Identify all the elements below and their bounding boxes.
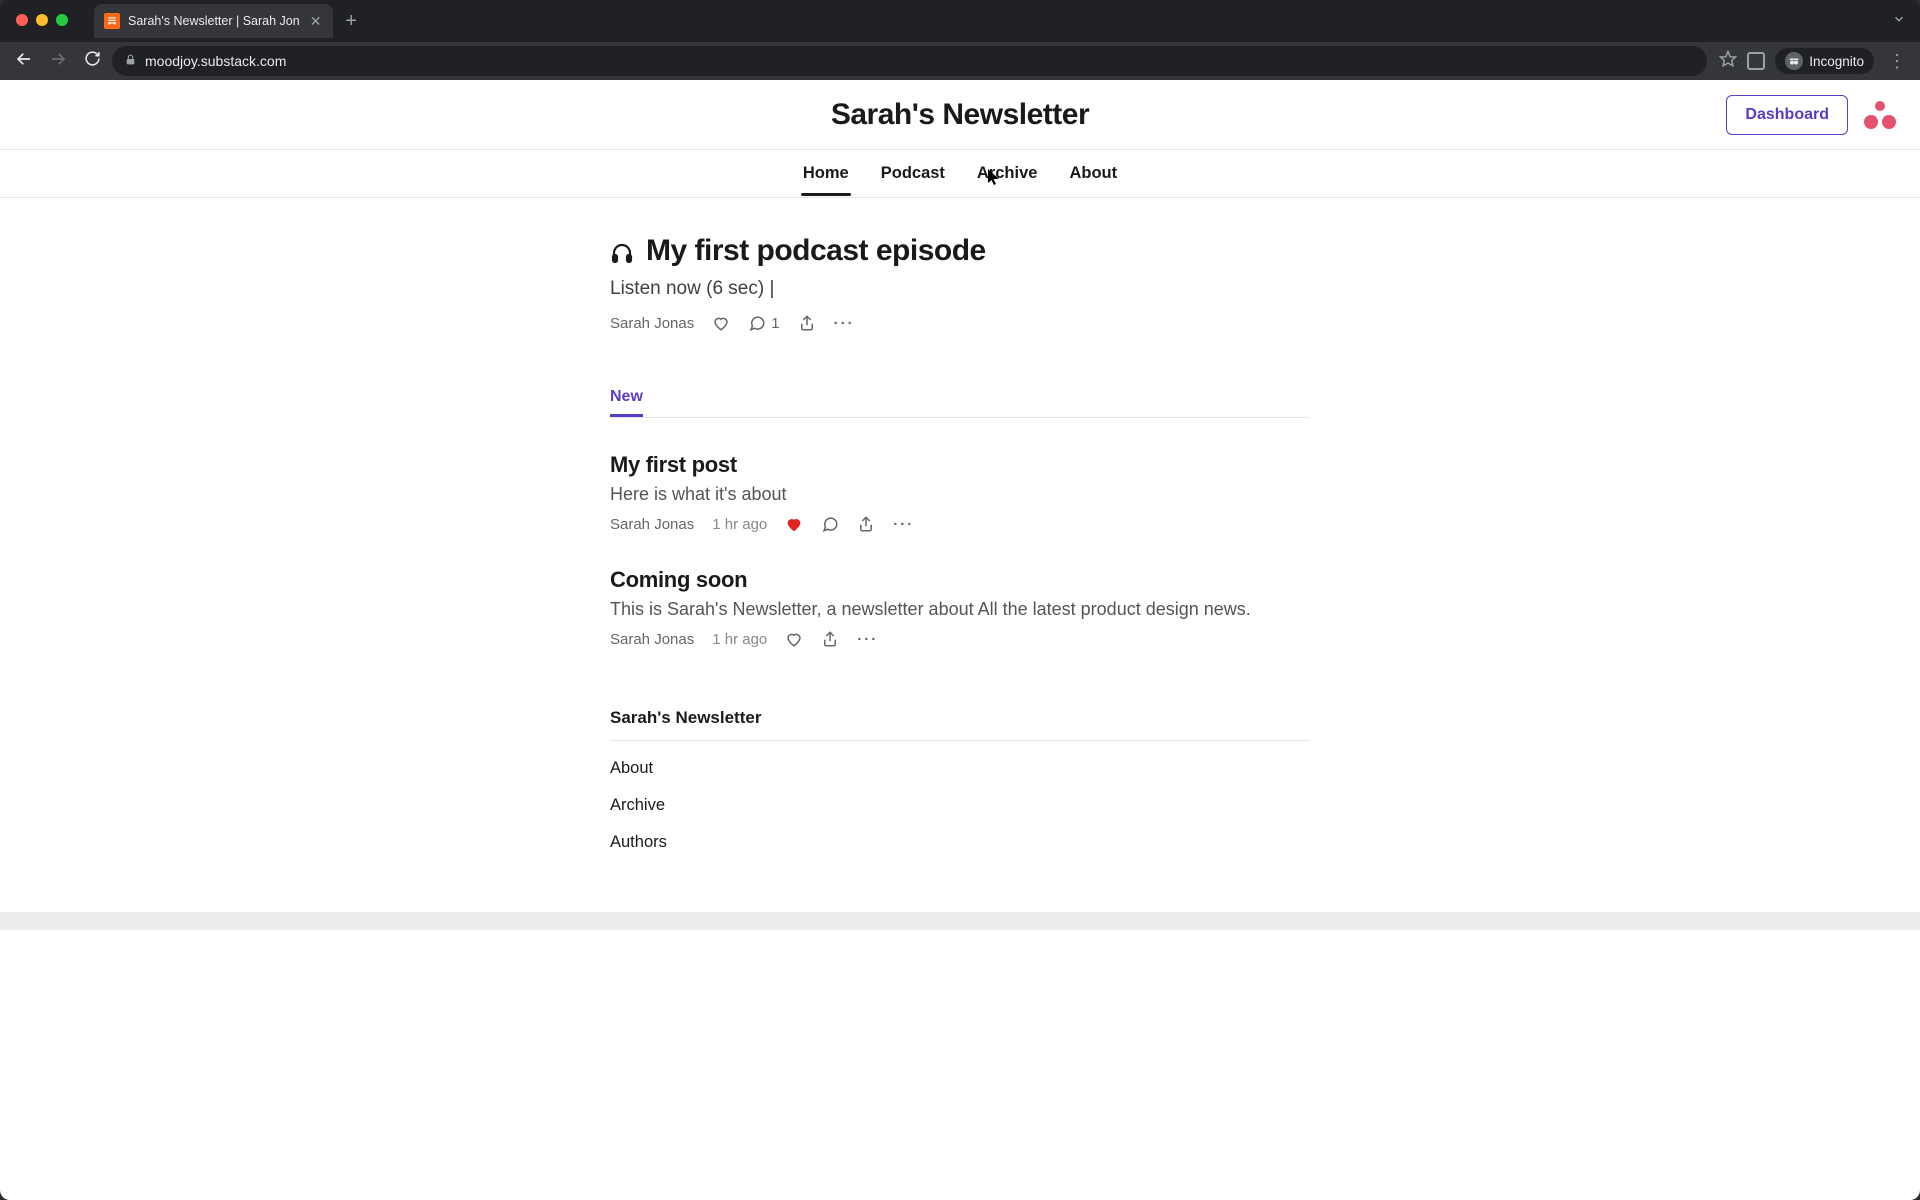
site-title[interactable]: Sarah's Newsletter [831,98,1089,132]
window-minimize-dot[interactable] [36,14,48,26]
post-item[interactable]: Coming soon This is Sarah's Newsletter, … [610,567,1310,648]
forward-button[interactable] [44,50,72,73]
tab-title: Sarah's Newsletter | Sarah Jon [128,14,300,28]
more-button[interactable]: ··· [893,516,914,533]
comment-count: 1 [771,315,779,332]
post-title: My first post [610,452,1310,478]
new-tab-button[interactable]: + [333,10,369,33]
post-desc: Here is what it's about [610,484,1310,505]
browser-titlebar: Sarah's Newsletter | Sarah Jon ✕ + [0,0,1920,42]
tab-close-icon[interactable]: ✕ [308,13,324,30]
like-button[interactable] [785,515,803,533]
nav-about[interactable]: About [1067,152,1119,195]
nav-podcast[interactable]: Podcast [879,152,947,195]
post-desc: This is Sarah's Newsletter, a newsletter… [610,599,1310,620]
page-footer: Sarah's Newsletter About Archive Authors [610,708,1310,852]
footer-link-authors[interactable]: Authors [610,833,1310,852]
post-author[interactable]: Sarah Jonas [610,516,694,533]
featured-post[interactable]: My first podcast episode Listen now (6 s… [610,234,1310,332]
nav-home[interactable]: Home [801,152,851,195]
back-button[interactable] [10,50,38,73]
extensions-icon[interactable] [1747,52,1765,70]
feed-filter: New [610,380,1310,418]
incognito-icon [1785,52,1803,70]
page-viewport: Sarah's Newsletter Dashboard Home Podcas… [0,80,1920,1200]
like-button[interactable] [712,314,730,332]
post-title: Coming soon [610,567,1310,593]
footer-link-about[interactable]: About [610,759,1310,778]
url-text: moodjoy.substack.com [145,53,286,69]
post-time: 1 hr ago [712,631,767,648]
more-button[interactable]: ··· [834,315,855,332]
window-close-dot[interactable] [16,14,28,26]
profile-avatar-icon[interactable] [1864,99,1896,131]
browser-menu-icon[interactable]: ⋮ [1884,51,1910,72]
address-bar[interactable]: moodjoy.substack.com [112,46,1707,76]
substack-favicon-icon [104,13,120,29]
reload-button[interactable] [78,50,106,72]
browser-toolbar: moodjoy.substack.com Incognito ⋮ [0,42,1920,80]
filter-new[interactable]: New [610,380,643,417]
divider [610,740,1310,741]
post-item[interactable]: My first post Here is what it's about Sa… [610,452,1310,533]
browser-tab[interactable]: Sarah's Newsletter | Sarah Jon ✕ [94,4,333,38]
status-bar [0,912,1920,930]
featured-subtitle: Listen now (6 sec) | [610,278,1310,300]
dashboard-button[interactable]: Dashboard [1726,95,1848,135]
more-button[interactable]: ··· [857,631,878,648]
featured-author[interactable]: Sarah Jonas [610,315,694,332]
tabstrip-chevron-icon[interactable] [1892,12,1920,31]
comment-button[interactable] [821,515,839,533]
share-button[interactable] [821,630,839,648]
footer-title[interactable]: Sarah's Newsletter [610,708,1310,740]
share-button[interactable] [857,515,875,533]
bookmark-star-icon[interactable] [1719,50,1737,73]
incognito-label: Incognito [1809,54,1864,69]
footer-link-archive[interactable]: Archive [610,796,1310,815]
comment-button[interactable]: 1 [748,314,779,332]
headphones-icon [610,239,634,263]
share-button[interactable] [798,314,816,332]
featured-title: My first podcast episode [646,234,986,268]
post-time: 1 hr ago [712,516,767,533]
lock-icon [124,53,137,69]
window-zoom-dot[interactable] [56,14,68,26]
nav-archive[interactable]: Archive [975,152,1040,195]
post-author[interactable]: Sarah Jonas [610,631,694,648]
primary-nav: Home Podcast Archive About [0,150,1920,198]
incognito-badge[interactable]: Incognito [1775,48,1874,74]
like-button[interactable] [785,630,803,648]
site-header: Sarah's Newsletter Dashboard [0,80,1920,150]
